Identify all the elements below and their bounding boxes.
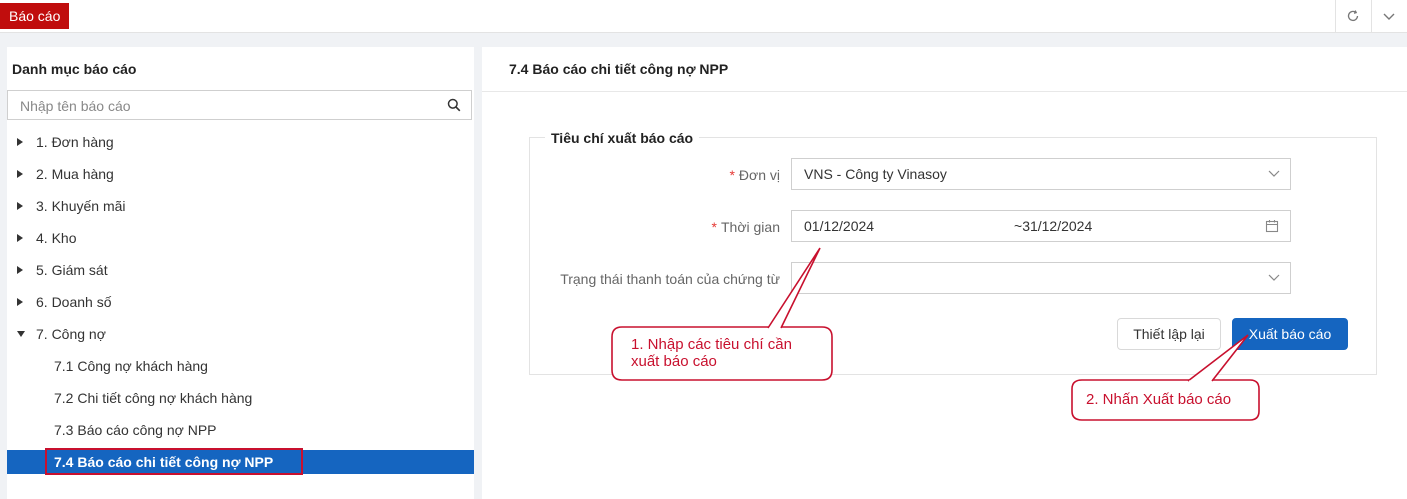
report-header: 7.4 Báo cáo chi tiết công nợ NPP: [482, 47, 1407, 92]
caret-right-icon[interactable]: [17, 226, 25, 250]
chevron-down-icon: [1383, 13, 1395, 20]
tree-child-label: 7.2 Chi tiết công nợ khách hàng: [54, 390, 253, 406]
criteria-title: Tiêu chí xuất báo cáo: [545, 130, 700, 146]
report-catalog-panel: Danh mục báo cáo 1. Đơn hàng 2. Mua hàng…: [7, 47, 474, 499]
date-range-separator: ~31/12/2024: [1014, 218, 1092, 234]
tree-child-chi-tiet-cong-no-khach-hang[interactable]: 7.2 Chi tiết công nợ khách hàng: [7, 386, 474, 410]
tree-item-label: 4. Kho: [36, 230, 77, 246]
tab-bao-cao[interactable]: Báo cáo: [0, 3, 70, 29]
time-label-text: Thời gian: [721, 219, 780, 235]
callout-1-line-1: 1. Nhập các tiêu chí cần: [631, 336, 792, 353]
unit-label-text: Đơn vị: [738, 167, 780, 183]
collapse-button[interactable]: [1371, 0, 1406, 32]
date-separator-text: ~: [1014, 218, 1023, 234]
tree-item-label: 1. Đơn hàng: [36, 134, 114, 150]
payment-status-select[interactable]: [791, 262, 1291, 294]
unit-label: * Đơn vị: [729, 167, 780, 183]
page-title: 7.4 Báo cáo chi tiết công nợ NPP: [509, 61, 729, 77]
tree-child-label: 7.3 Báo cáo công nợ NPP: [54, 422, 217, 438]
selected-item-highlight-box: [45, 448, 303, 475]
caret-right-icon[interactable]: [17, 194, 25, 218]
report-search-box: [7, 90, 472, 120]
tree-item-kho[interactable]: 4. Kho: [7, 226, 474, 250]
time-label: * Thời gian: [712, 219, 780, 235]
tree-item-doanh-so[interactable]: 6. Doanh số: [7, 290, 474, 314]
report-detail-panel: 7.4 Báo cáo chi tiết công nợ NPP Tiêu ch…: [482, 47, 1407, 499]
tree-item-label: 2. Mua hàng: [36, 166, 114, 182]
unit-select[interactable]: VNS - Công ty Vinasoy: [791, 158, 1291, 190]
tree-item-label: 5. Giám sát: [36, 262, 108, 278]
tree-item-label: 7. Công nợ: [36, 326, 106, 342]
export-report-button[interactable]: Xuất báo cáo: [1232, 318, 1348, 350]
catalog-title: Danh mục báo cáo: [12, 61, 137, 77]
tree-item-don-hang[interactable]: 1. Đơn hàng: [7, 130, 474, 154]
caret-right-icon[interactable]: [17, 258, 25, 282]
caret-right-icon[interactable]: [17, 162, 25, 186]
caret-right-icon[interactable]: [17, 290, 25, 314]
tree-child-cong-no-khach-hang[interactable]: 7.1 Công nợ khách hàng: [7, 354, 474, 378]
refresh-button[interactable]: [1335, 0, 1370, 32]
top-bar: Báo cáo: [0, 0, 1407, 33]
chevron-down-icon: [1268, 170, 1280, 177]
date-from-value[interactable]: 01/12/2024: [804, 218, 874, 234]
search-icon[interactable]: [447, 98, 461, 112]
tree-item-cong-no[interactable]: 7. Công nợ: [7, 322, 474, 346]
reset-button[interactable]: Thiết lập lại: [1117, 318, 1221, 350]
required-mark: *: [711, 219, 717, 235]
tree-item-label: 3. Khuyến mãi: [36, 198, 126, 214]
tree-item-label: 6. Doanh số: [36, 294, 112, 310]
tree-item-mua-hang[interactable]: 2. Mua hàng: [7, 162, 474, 186]
report-search-input[interactable]: [18, 96, 442, 116]
calendar-icon[interactable]: [1265, 219, 1279, 233]
tree-child-bao-cao-cong-no-npp[interactable]: 7.3 Báo cáo công nợ NPP: [7, 418, 474, 442]
date-to-value[interactable]: 31/12/2024: [1022, 218, 1092, 234]
tree-child-label: 7.1 Công nợ khách hàng: [54, 358, 208, 374]
chevron-down-icon: [1268, 274, 1280, 281]
callout-2-text: 2. Nhấn Xuất báo cáo: [1086, 391, 1232, 408]
callout-1-text: 1. Nhập các tiêu chí cần xuất báo cáo: [631, 336, 792, 370]
unit-select-value: VNS - Công ty Vinasoy: [804, 166, 947, 182]
callout-1-line-2: xuất báo cáo: [631, 353, 717, 370]
date-range-picker[interactable]: 01/12/2024 ~31/12/2024: [791, 210, 1291, 242]
caret-right-icon[interactable]: [17, 130, 25, 154]
refresh-icon: [1347, 10, 1359, 22]
tree-item-giam-sat[interactable]: 5. Giám sát: [7, 258, 474, 282]
tree-item-khuyen-mai[interactable]: 3. Khuyến mãi: [7, 194, 474, 218]
payment-status-label: Trạng thái thanh toán của chứng từ: [560, 271, 780, 287]
caret-down-icon[interactable]: [17, 322, 25, 346]
required-mark: *: [729, 167, 735, 183]
